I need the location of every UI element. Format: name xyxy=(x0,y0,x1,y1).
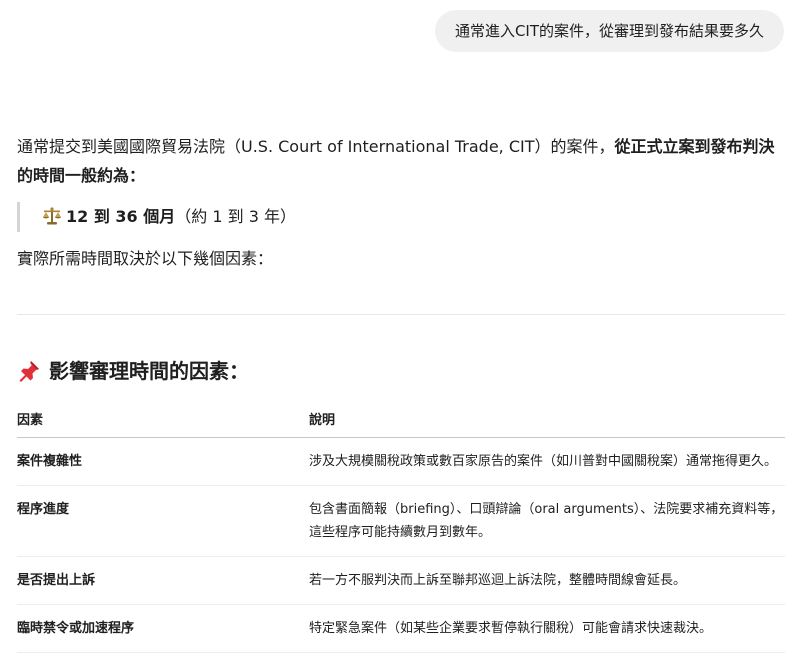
table-row: 是否提出上訴 若一方不服判決而上訴至聯邦巡迴上訴法院，整體時間線會延長。 xyxy=(17,556,785,605)
pushpin-icon xyxy=(19,361,39,382)
divider xyxy=(17,314,785,315)
factors-note: 實際所需時間取決於以下幾個因素： xyxy=(17,249,274,268)
header-factor: 因素 xyxy=(17,399,309,438)
duration-rest: （約 1 到 3 年） xyxy=(175,207,296,226)
table-row: 程序進度 包含書面簡報（briefing）、口頭辯論（oral argument… xyxy=(17,485,785,557)
table-row: 案件複雜性 涉及大規模關稅政策或數百家原告的案件（如川普對中國關稅案）通常拖得更… xyxy=(17,437,785,486)
factor-cell: 案件複雜性 xyxy=(17,437,309,486)
scales-icon xyxy=(42,207,62,225)
assistant-answer: 通常提交到美國國際貿易法院（U.S. Court of Internationa… xyxy=(17,132,785,653)
user-message-bubble: 通常進入CIT的案件，從審理到發布結果要多久 xyxy=(434,10,784,52)
duration-quote: 12 到 36 個月（約 1 到 3 年） xyxy=(17,202,785,232)
description-cell: 若一方不服判決而上訴至聯邦巡迴上訴法院，整體時間線會延長。 xyxy=(309,556,785,605)
factor-cell: 程序進度 xyxy=(17,485,309,557)
section-heading: 影響審理時間的因素： xyxy=(17,357,785,385)
intro-text: 通常提交到美國國際貿易法院（U.S. Court of Internationa… xyxy=(17,137,615,156)
answer-intro: 通常提交到美國國際貿易法院（U.S. Court of Internationa… xyxy=(17,132,785,190)
description-cell: 包含書面簡報（briefing）、口頭辯論（oral arguments）、法院… xyxy=(309,485,785,557)
description-cell: 特定緊急案件（如某些企業要求暫停執行關稅）可能會請求快速裁決。 xyxy=(309,604,785,653)
section-heading-text: 影響審理時間的因素： xyxy=(49,359,249,383)
factor-cell: 臨時禁令或加速程序 xyxy=(17,604,309,653)
header-description: 說明 xyxy=(309,399,785,438)
table-row: 臨時禁令或加速程序 特定緊急案件（如某些企業要求暫停執行關稅）可能會請求快速裁決… xyxy=(17,604,785,653)
duration-bold: 12 到 36 個月 xyxy=(66,207,176,226)
chat-page: 通常進入CIT的案件，從審理到發布結果要多久 通常提交到美國國際貿易法院（U.S… xyxy=(0,0,807,662)
table-header-row: 因素 說明 xyxy=(17,399,785,438)
description-cell: 涉及大規模關稅政策或數百家原告的案件（如川普對中國關稅案）通常拖得更久。 xyxy=(309,437,785,486)
factor-cell: 是否提出上訴 xyxy=(17,556,309,605)
user-message-text: 通常進入CIT的案件，從審理到發布結果要多久 xyxy=(454,22,764,40)
factors-table: 因素 說明 案件複雜性 涉及大規模關稅政策或數百家原告的案件（如川普對中國關稅案… xyxy=(17,399,785,653)
